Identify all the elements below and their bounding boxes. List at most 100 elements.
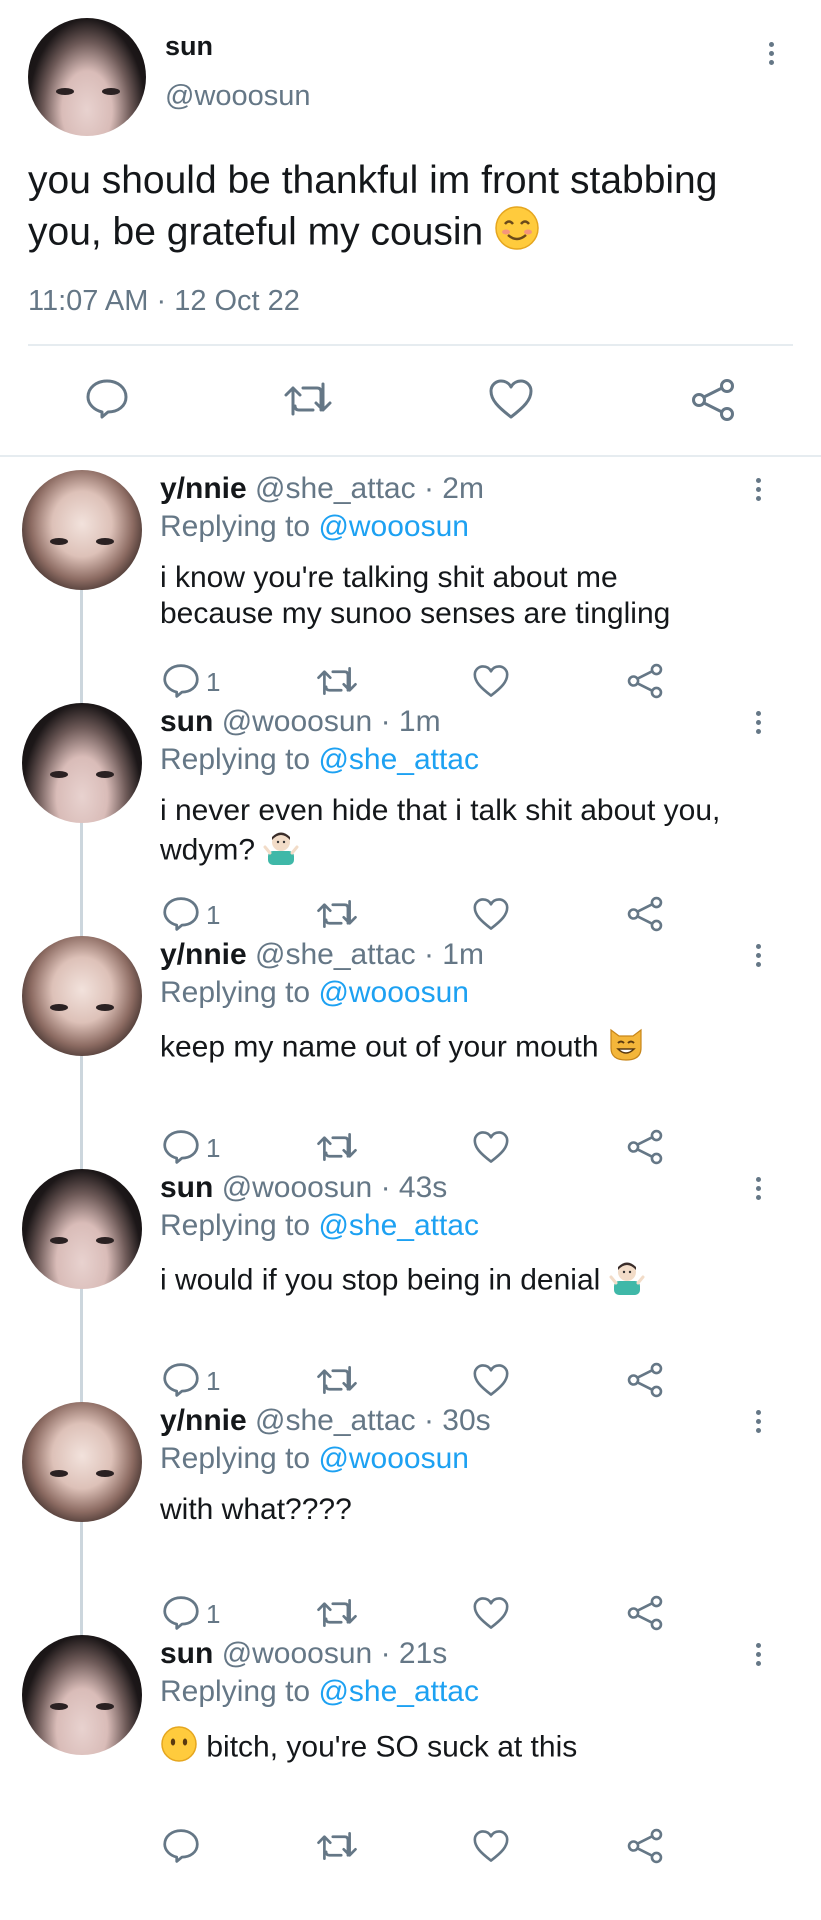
reply-icon[interactable] xyxy=(162,1129,200,1165)
main-avatar[interactable] xyxy=(28,18,146,136)
replying-label: Replying to xyxy=(160,743,311,776)
replying-label: Replying to xyxy=(160,510,311,543)
main-divider xyxy=(28,344,793,346)
retweet-icon[interactable] xyxy=(316,1597,358,1629)
reply-text-line: with what???? xyxy=(160,1493,352,1526)
replying-to: Replying to @wooosun xyxy=(160,510,469,544)
reply-count: 1 xyxy=(206,667,221,697)
replying-to-link[interactable]: @wooosun xyxy=(318,510,469,543)
reply-text: bitch, you're SO suck at this xyxy=(160,1725,760,1772)
reply-header: y/nnie @she_attac · 1m xyxy=(160,938,484,972)
reply-more-icon[interactable] xyxy=(756,478,762,505)
share-icon[interactable] xyxy=(626,1828,664,1864)
reply-age: · 30s xyxy=(423,1404,491,1437)
reply-text: keep my name out of your mouth xyxy=(160,1026,760,1071)
reply-age: · 43s xyxy=(380,1171,448,1204)
reply-text-line: because my sunoo senses are tingling xyxy=(160,597,671,630)
smiling-face-emoji-icon xyxy=(494,205,540,263)
reply-avatar[interactable] xyxy=(22,936,142,1056)
reply-author-name[interactable]: y/nnie xyxy=(160,938,247,971)
reply-more-icon[interactable] xyxy=(756,1410,762,1437)
reply-text-line: bitch, you're SO suck at this xyxy=(160,1725,760,1772)
main-author-name[interactable]: sun xyxy=(165,31,213,62)
retweet-icon[interactable] xyxy=(316,1131,358,1163)
reply-count: 1 xyxy=(206,1366,221,1396)
reply-icon[interactable] xyxy=(162,663,200,699)
replying-to-link[interactable]: @she_attac xyxy=(318,743,479,776)
main-retweet-icon[interactable] xyxy=(283,380,333,418)
like-icon[interactable] xyxy=(472,1130,510,1164)
reply-author-name[interactable]: sun xyxy=(160,1171,213,1204)
replying-to: Replying to @she_attac xyxy=(160,743,479,777)
main-author-handle[interactable]: @wooosun xyxy=(165,80,311,113)
reply-author-handle[interactable]: @wooosun xyxy=(222,1637,373,1670)
reply-more-icon[interactable] xyxy=(756,1643,762,1670)
reply-text-line: i never even hide that i talk shit about… xyxy=(160,794,721,827)
reply-author-name[interactable]: y/nnie xyxy=(160,1404,247,1437)
like-icon[interactable] xyxy=(472,1596,510,1630)
main-more-icon[interactable] xyxy=(769,42,775,69)
replying-to-link[interactable]: @she_attac xyxy=(318,1209,479,1242)
reply-author-handle[interactable]: @she_attac xyxy=(255,938,416,971)
main-tweet-time: 11:07 AM xyxy=(28,285,149,317)
reply-text: i know you're talking shit about me becau… xyxy=(160,560,760,632)
replying-to-link[interactable]: @wooosun xyxy=(318,1442,469,1475)
replying-label: Replying to xyxy=(160,1209,311,1242)
reply-icon[interactable] xyxy=(162,896,200,932)
reply-avatar[interactable] xyxy=(22,470,142,590)
reply-icon[interactable] xyxy=(162,1362,200,1398)
reply-text-line: keep my name out of your mouth xyxy=(160,1026,760,1071)
reply-count: 1 xyxy=(206,1599,221,1629)
section-divider xyxy=(0,455,821,457)
like-icon[interactable] xyxy=(472,664,510,698)
reply-author-handle[interactable]: @wooosun xyxy=(222,705,373,738)
reply-age: · 1m xyxy=(423,938,484,971)
reply-text-line: i know you're talking shit about me xyxy=(160,561,618,594)
reply-author-handle[interactable]: @she_attac xyxy=(255,472,416,505)
share-icon[interactable] xyxy=(626,1595,664,1631)
retweet-icon[interactable] xyxy=(316,1830,358,1862)
reply-author-name[interactable]: sun xyxy=(160,1637,213,1670)
reply-icon[interactable] xyxy=(162,1828,200,1864)
reply-author-name[interactable]: y/nnie xyxy=(160,472,247,505)
share-icon[interactable] xyxy=(626,896,664,932)
replying-label: Replying to xyxy=(160,976,311,1009)
reply-avatar[interactable] xyxy=(22,1635,142,1755)
reply-text-line: wdym? xyxy=(160,829,760,874)
replying-to-link[interactable]: @wooosun xyxy=(318,976,469,1009)
main-tweet-date: 12 Oct 22 xyxy=(174,285,300,317)
share-icon[interactable] xyxy=(626,1362,664,1398)
reply-avatar[interactable] xyxy=(22,703,142,823)
reply-author-name[interactable]: sun xyxy=(160,705,213,738)
like-icon[interactable] xyxy=(472,897,510,931)
like-icon[interactable] xyxy=(472,1363,510,1397)
main-share-icon[interactable] xyxy=(690,378,736,422)
reply-more-icon[interactable] xyxy=(756,944,762,971)
reply-avatar[interactable] xyxy=(22,1402,142,1522)
reply-more-icon[interactable] xyxy=(756,1177,762,1204)
reply-author-handle[interactable]: @she_attac xyxy=(255,1404,416,1437)
main-like-icon[interactable] xyxy=(488,378,534,420)
reply-count: 1 xyxy=(206,1133,221,1163)
person-shrugging-emoji-icon xyxy=(263,829,299,874)
replying-to-link[interactable]: @she_attac xyxy=(318,1675,479,1708)
retweet-icon[interactable] xyxy=(316,898,358,930)
replying-label: Replying to xyxy=(160,1675,311,1708)
like-icon[interactable] xyxy=(472,1829,510,1863)
retweet-icon[interactable] xyxy=(316,665,358,697)
reply-text-line: i would if you stop being in denial xyxy=(160,1259,760,1304)
main-reply-icon[interactable] xyxy=(85,378,129,420)
replying-label: Replying to xyxy=(160,1442,311,1475)
reply-more-icon[interactable] xyxy=(756,711,762,738)
retweet-icon[interactable] xyxy=(316,1364,358,1396)
share-icon[interactable] xyxy=(626,1129,664,1165)
reply-author-handle[interactable]: @wooosun xyxy=(222,1171,373,1204)
share-icon[interactable] xyxy=(626,663,664,699)
reply-icon[interactable] xyxy=(162,1595,200,1631)
reply-count: 1 xyxy=(206,900,221,930)
reply-text: i never even hide that i talk shit about… xyxy=(160,793,760,874)
reply-text: with what???? xyxy=(160,1492,760,1528)
grinning-cat-emoji-icon xyxy=(607,1026,645,1071)
reply-avatar[interactable] xyxy=(22,1169,142,1289)
face-without-mouth-emoji-icon xyxy=(160,1725,198,1772)
